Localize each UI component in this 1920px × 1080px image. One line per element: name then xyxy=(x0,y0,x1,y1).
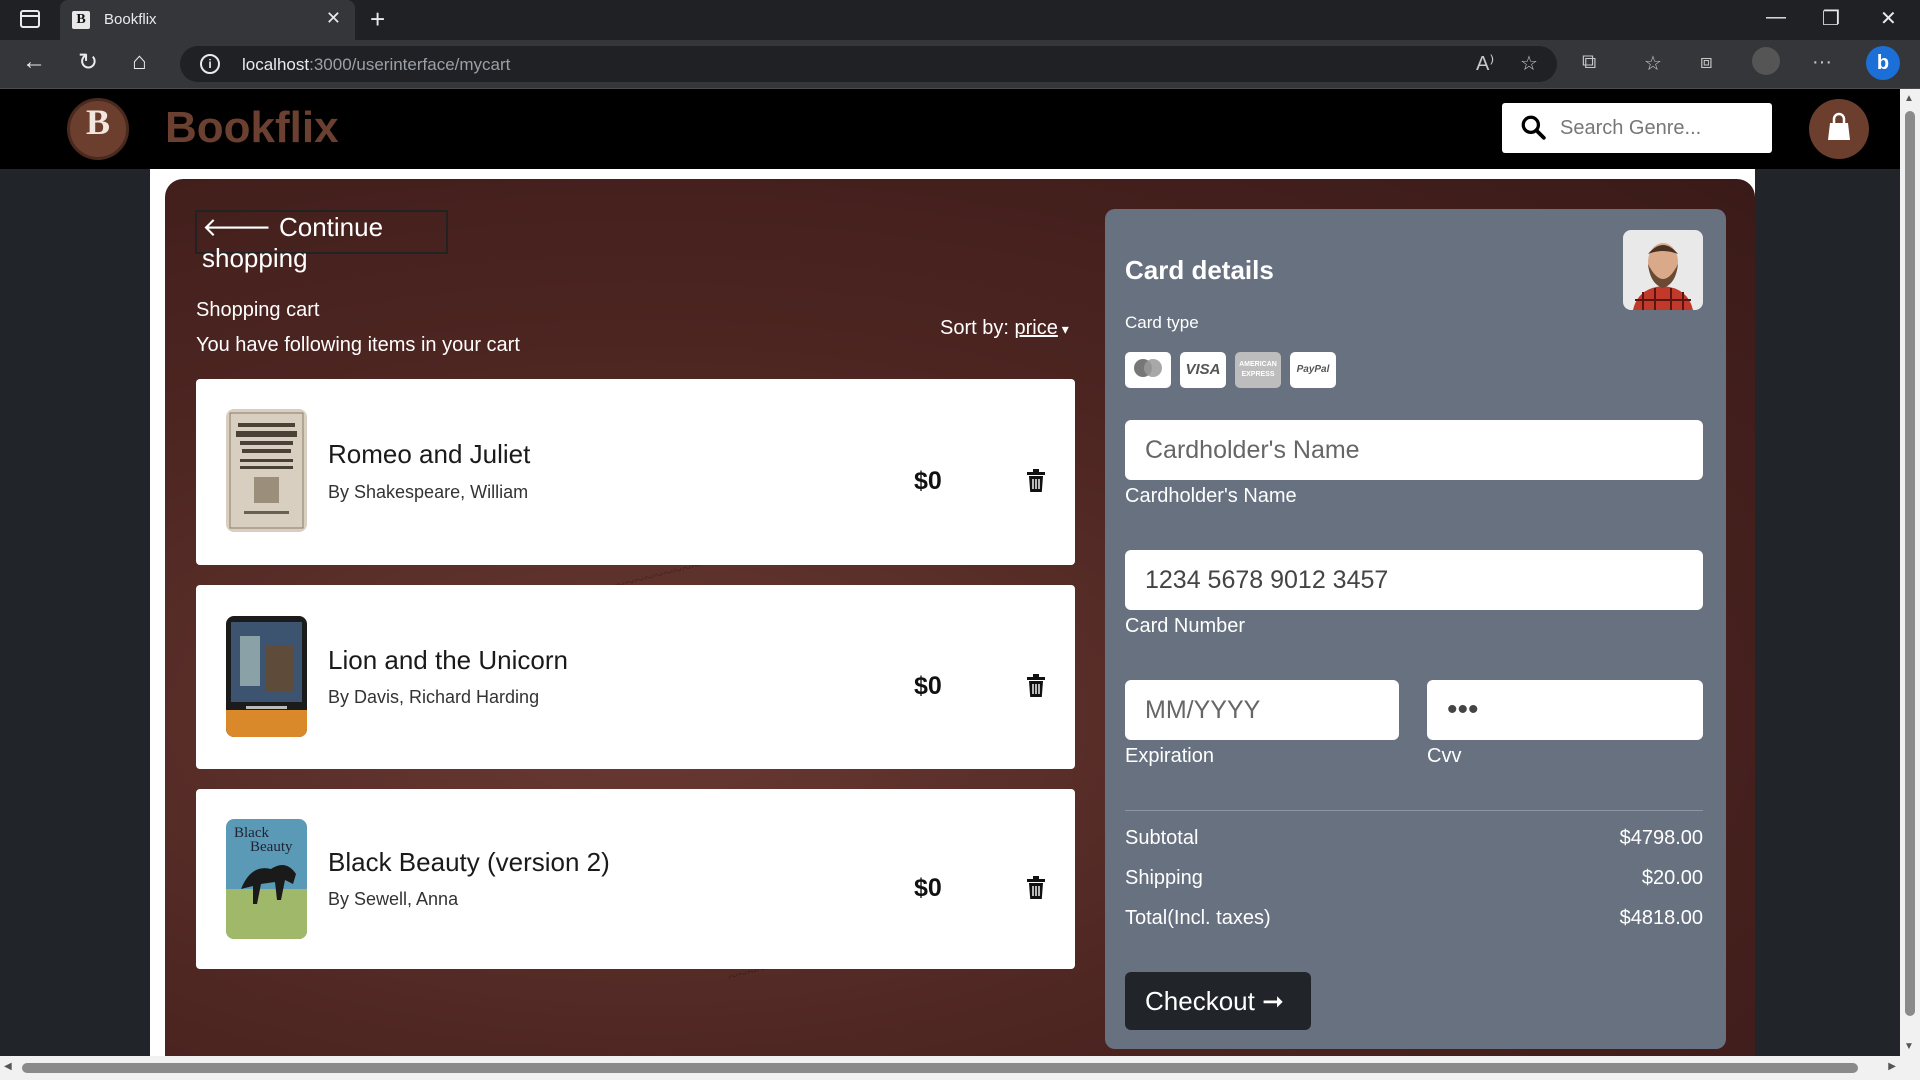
paypal-icon[interactable]: PayPal xyxy=(1290,352,1336,388)
item-author: By Sewell, Anna xyxy=(328,889,459,909)
browser-tab[interactable]: B Bookflix ✕ xyxy=(60,0,355,40)
site-header: B Bookflix xyxy=(0,89,1900,169)
item-author: By Shakespeare, William xyxy=(328,482,529,502)
checkout-button[interactable]: Checkout ➞ xyxy=(1125,972,1311,1030)
restore-icon[interactable]: ❐ xyxy=(1822,6,1840,31)
back-icon[interactable]: ← xyxy=(22,48,46,76)
svg-text:Beauty: Beauty xyxy=(250,839,293,855)
trash-icon[interactable] xyxy=(1026,674,1046,698)
book-cover[interactable] xyxy=(226,616,307,737)
shipping-row: Shipping $20.00 xyxy=(1125,867,1703,890)
cardholder-name-label: Cardholder's Name xyxy=(1125,485,1297,507)
horizontal-scrollbar[interactable]: ◀ ▶ xyxy=(0,1056,1920,1080)
user-avatar xyxy=(1623,230,1703,310)
item-title[interactable]: Black Beauty (version 2) xyxy=(328,847,610,878)
item-title[interactable]: Romeo and Juliet xyxy=(328,439,530,470)
item-price: $0 xyxy=(914,874,942,902)
subtotal-value: $4798.00 xyxy=(1619,827,1703,849)
arrow-left-icon: 🡐 xyxy=(202,212,272,242)
scroll-down-icon[interactable]: ▼ xyxy=(1904,1041,1914,1052)
shipping-label: Shipping xyxy=(1125,867,1203,889)
vertical-scrollbar[interactable]: ▲ ▼ xyxy=(1900,89,1920,1056)
item-price: $0 xyxy=(914,672,942,700)
item-price: $0 xyxy=(914,467,942,495)
amex-icon[interactable]: AMERICAN EXPRESS xyxy=(1235,352,1281,388)
shipping-value: $20.00 xyxy=(1641,867,1703,889)
tab-title: Bookflix xyxy=(104,11,157,28)
total-label: Total(Incl. taxes) xyxy=(1125,907,1271,929)
cart-panel: ~~~~~~~~~~~~~~~~~~~~~~~~ ~~~~~~~~~~~~~~~… xyxy=(165,179,1755,1056)
search-input[interactable] xyxy=(1560,113,1760,143)
search-icon xyxy=(1521,115,1546,140)
cardholder-name-input[interactable] xyxy=(1125,420,1703,480)
subtotal-row: Subtotal $4798.00 xyxy=(1125,827,1703,850)
cart-item: Romeo and Juliet By Shakespeare, William… xyxy=(196,379,1075,565)
card-type-label: Card type xyxy=(1125,313,1199,332)
minimize-icon[interactable]: — xyxy=(1766,6,1786,29)
browser-tab-bar: B Bookflix ✕ + — ❐ ✕ xyxy=(0,0,1920,40)
refresh-icon[interactable]: ↻ xyxy=(78,48,98,77)
sort-label: Sort by: xyxy=(940,317,1009,339)
cart-item: Lion and the Unicorn By Davis, Richard H… xyxy=(196,585,1075,769)
brand-name[interactable]: Bookflix xyxy=(165,103,339,153)
home-icon[interactable]: ⌂ xyxy=(132,48,147,76)
visa-icon[interactable]: VISA xyxy=(1180,352,1226,388)
more-options-icon[interactable]: ··· xyxy=(1812,51,1832,74)
url-text[interactable]: localhost:3000/userinterface/mycart xyxy=(242,55,510,75)
card-number-label: Card Number xyxy=(1125,615,1246,637)
address-bar[interactable]: i localhost:3000/userinterface/mycart xyxy=(180,46,1557,82)
expiration-label: Expiration xyxy=(1125,745,1214,767)
site-logo[interactable]: B xyxy=(67,98,129,160)
trash-icon[interactable] xyxy=(1026,876,1046,900)
cart-subtitle: You have following items in your cart xyxy=(196,334,520,356)
search-box[interactable] xyxy=(1502,103,1772,153)
cart-title: Shopping cart xyxy=(196,299,320,321)
subtotal-label: Subtotal xyxy=(1125,827,1199,849)
close-tab-icon[interactable]: ✕ xyxy=(326,8,341,29)
page-viewport: B Bookflix ~~~~~~~~~~~~~~~~~~~~~~~~ ~~~~… xyxy=(0,89,1900,1056)
tab-actions-icon[interactable] xyxy=(20,10,40,28)
cart-button[interactable] xyxy=(1809,99,1869,159)
scroll-left-icon[interactable]: ◀ xyxy=(4,1061,12,1072)
collections-icon[interactable]: ⧈ xyxy=(1700,51,1713,74)
book-cover[interactable] xyxy=(226,409,307,532)
extensions-icon[interactable]: ⧉ xyxy=(1582,51,1596,74)
browser-nav-bar: ← ↻ ⌂ i localhost:3000/userinterface/myc… xyxy=(0,40,1920,89)
profile-avatar-icon[interactable] xyxy=(1752,47,1780,75)
cvv-input[interactable] xyxy=(1427,680,1703,740)
item-author: By Davis, Richard Harding xyxy=(328,687,540,707)
read-aloud-icon[interactable]: A⁾ xyxy=(1476,51,1494,76)
bing-chat-icon[interactable]: b xyxy=(1866,46,1900,80)
cart-item: Black Beauty Black Beauty (version 2) By … xyxy=(196,789,1075,969)
book-cover[interactable]: Black Beauty xyxy=(226,819,307,939)
checkout-label: Checkout xyxy=(1145,985,1255,1016)
trash-icon[interactable] xyxy=(1026,469,1046,493)
site-info-icon[interactable]: i xyxy=(200,54,220,74)
mastercard-icon[interactable] xyxy=(1125,352,1171,388)
arrow-right-icon: ➞ xyxy=(1262,985,1284,1016)
favorites-icon[interactable]: ☆ xyxy=(1644,51,1662,76)
add-favorite-icon[interactable]: ☆ xyxy=(1520,51,1538,76)
card-details-panel: Card details Card type VISA AMERICAN EXP… xyxy=(1105,209,1726,1049)
expiration-input[interactable] xyxy=(1125,680,1399,740)
card-number-input[interactable] xyxy=(1125,550,1703,610)
shopping-bag-icon xyxy=(1828,112,1850,140)
sort-control[interactable]: Sort by: price ▾ xyxy=(940,317,1069,340)
total-value: $4818.00 xyxy=(1619,907,1703,929)
divider xyxy=(1125,810,1703,811)
close-window-icon[interactable]: ✕ xyxy=(1880,6,1897,31)
sort-value[interactable]: price xyxy=(1014,317,1057,339)
horizontal-scroll-thumb[interactable] xyxy=(22,1063,1858,1073)
favicon-icon: B xyxy=(72,11,90,29)
total-row: Total(Incl. taxes) $4818.00 xyxy=(1125,907,1703,930)
card-details-title: Card details xyxy=(1125,255,1274,285)
item-title[interactable]: Lion and the Unicorn xyxy=(328,645,568,676)
cvv-label: Cvv xyxy=(1427,745,1462,767)
new-tab-icon[interactable]: + xyxy=(370,4,385,35)
continue-shopping-button[interactable]: 🡐 Continue shopping xyxy=(195,210,448,273)
chevron-down-icon: ▾ xyxy=(1057,321,1069,337)
vertical-scroll-thumb[interactable] xyxy=(1905,111,1915,1016)
scroll-up-icon[interactable]: ▲ xyxy=(1904,93,1914,104)
scroll-right-icon[interactable]: ▶ xyxy=(1888,1061,1896,1072)
